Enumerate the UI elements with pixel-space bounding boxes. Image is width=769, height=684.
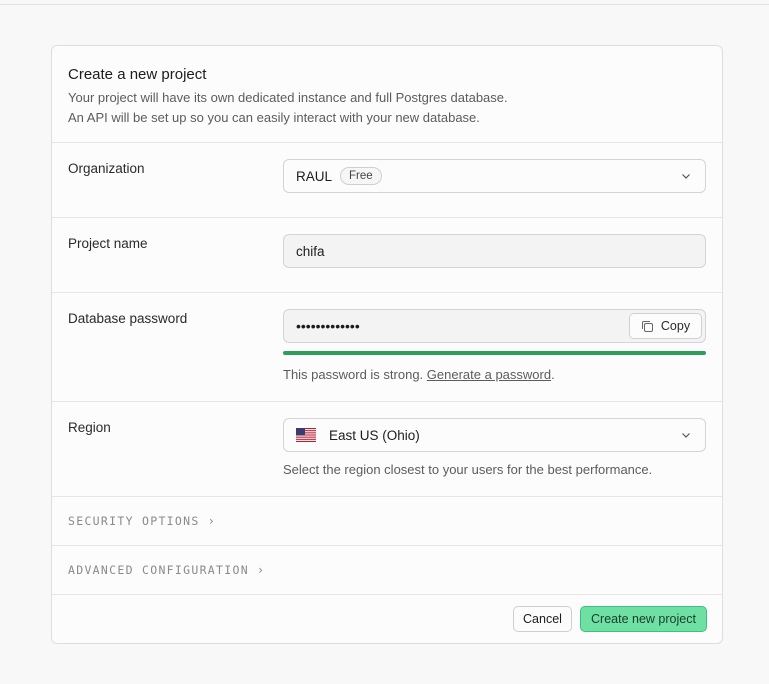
generate-password-link[interactable]: Generate a password (427, 367, 551, 382)
project-name-input[interactable]: chifa (283, 234, 706, 268)
page-title: Create a new project (68, 66, 207, 83)
help-period: . (551, 367, 555, 382)
card-footer: Cancel Create new project (52, 595, 722, 643)
database-password-row: Database password ••••••••••••• Copy Thi… (52, 293, 722, 402)
database-password-input[interactable]: ••••••••••••• Copy (283, 309, 706, 343)
region-value: East US (Ohio) (329, 427, 420, 443)
security-options-toggle[interactable]: SECURITY OPTIONS › (52, 497, 722, 546)
password-strength-help: This password is strong. Generate a pass… (283, 367, 555, 382)
cancel-button[interactable]: Cancel (513, 606, 572, 632)
password-masked-value: ••••••••••••• (296, 318, 360, 334)
security-options-label: SECURITY OPTIONS (68, 514, 200, 528)
project-name-label: Project name (68, 236, 148, 251)
card-header: Create a new project Your project will h… (52, 46, 722, 143)
project-name-row: Project name chifa (52, 218, 722, 293)
top-divider (0, 0, 769, 5)
password-strength-text: This password is strong. (283, 367, 424, 382)
description-line-2: An API will be set up so you can easily … (68, 110, 480, 125)
chevron-right-icon: › (256, 563, 266, 577)
region-help: Select the region closest to your users … (283, 462, 653, 477)
project-name-value: chifa (296, 243, 325, 259)
us-flag-icon (296, 428, 316, 442)
description-line-1: Your project will have its own dedicated… (68, 90, 508, 105)
region-label: Region (68, 420, 111, 435)
password-strength-bar (283, 351, 706, 355)
organization-row: Organization RAUL Free (52, 143, 722, 218)
chevron-down-icon (682, 433, 690, 438)
region-row: Region East US (Ohio) Select the region … (52, 402, 722, 497)
organization-value: RAUL (296, 168, 333, 184)
database-password-label: Database password (68, 311, 188, 326)
page-description: Your project will have its own dedicated… (68, 88, 706, 128)
organization-select[interactable]: RAUL Free (283, 159, 706, 193)
create-project-button[interactable]: Create new project (580, 606, 707, 632)
chevron-right-icon: › (207, 514, 217, 528)
chevron-down-icon (682, 174, 690, 179)
create-project-card: Create a new project Your project will h… (51, 45, 723, 644)
region-select[interactable]: East US (Ohio) (283, 418, 706, 452)
copy-password-button[interactable]: Copy (629, 313, 702, 339)
plan-badge: Free (340, 167, 382, 185)
advanced-configuration-toggle[interactable]: ADVANCED CONFIGURATION › (52, 546, 722, 595)
copy-icon (641, 320, 653, 332)
copy-button-label: Copy (660, 319, 691, 333)
advanced-configuration-label: ADVANCED CONFIGURATION (68, 563, 249, 577)
organization-label: Organization (68, 161, 145, 176)
